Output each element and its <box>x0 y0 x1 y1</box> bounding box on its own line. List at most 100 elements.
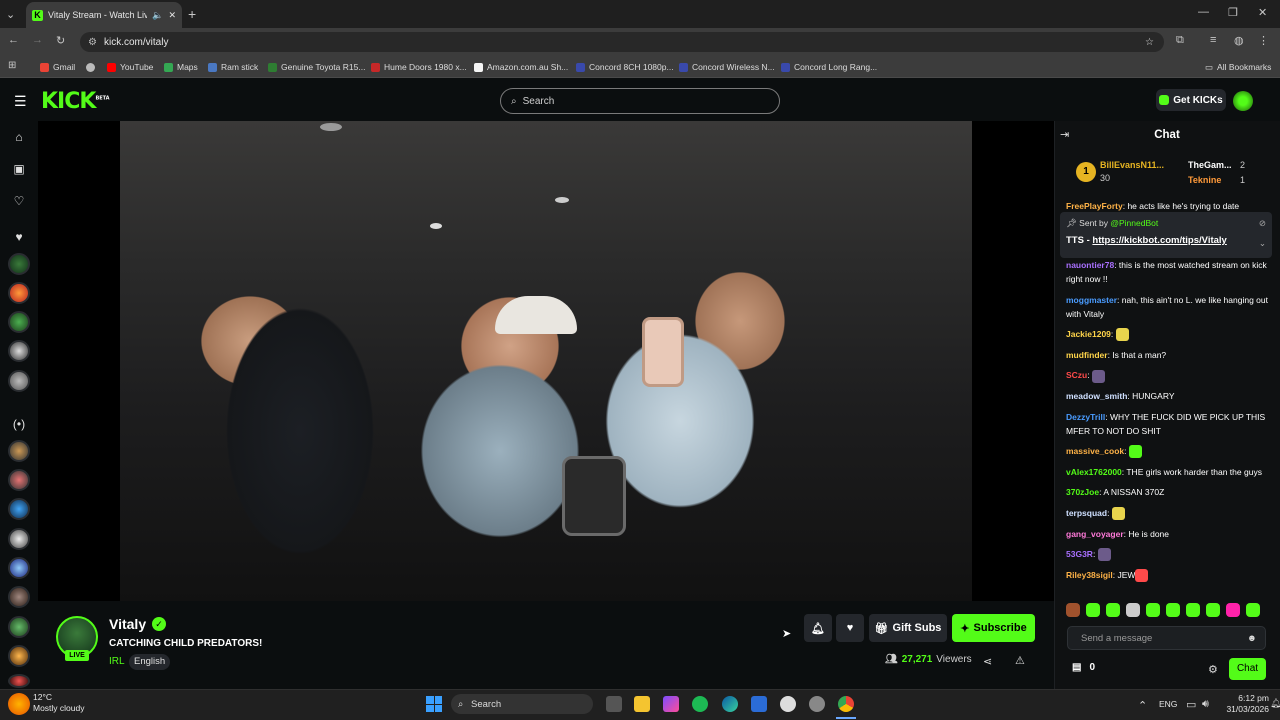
followed-channel-avatar[interactable] <box>8 253 30 275</box>
profile-icon[interactable]: ◍ <box>1234 34 1244 47</box>
category-link[interactable]: IRL <box>109 656 125 667</box>
home-icon[interactable]: ⌂ <box>10 128 28 146</box>
chat-username[interactable]: gang_voyager <box>1066 529 1124 539</box>
settings-app-icon[interactable] <box>780 696 796 712</box>
copilot-icon[interactable] <box>663 696 679 712</box>
chat-username[interactable]: SCzu <box>1066 370 1087 380</box>
browser-tab[interactable]: K Vitaly Stream - Watch Live on 🔈 ✕ <box>26 2 182 28</box>
language-tag[interactable]: English <box>129 654 171 670</box>
follow-button[interactable]: ♥ <box>836 614 864 642</box>
new-tab-icon[interactable]: + <box>188 6 196 22</box>
chat-username[interactable]: Jackie1209 <box>1066 329 1111 339</box>
menu-dots-icon[interactable]: ⋮ <box>1258 34 1269 47</box>
tab-search-icon[interactable]: ⌄ <box>6 8 15 21</box>
hamburger-menu-icon[interactable]: ☰ <box>14 93 27 110</box>
chat-username[interactable]: DezzyTrill <box>1066 412 1105 422</box>
chat-input[interactable]: Send a message ☻ <box>1067 626 1266 650</box>
pinned-link[interactable]: https://kickbot.com/tips/Vitaly <box>1092 235 1226 246</box>
emote-icon[interactable] <box>1226 603 1240 617</box>
steam-icon[interactable] <box>809 696 825 712</box>
notifications-icon[interactable]: 🔔︎ <box>1270 698 1280 709</box>
task-view-icon[interactable] <box>606 696 622 712</box>
emote-icon[interactable] <box>1086 603 1100 617</box>
chat-username[interactable]: moggmaster <box>1066 295 1117 305</box>
extensions-icon[interactable]: ⧉ <box>1176 34 1184 47</box>
recommended-channel-avatar[interactable] <box>8 616 30 638</box>
back-icon[interactable]: ← <box>8 34 19 46</box>
apps-icon[interactable]: ⊞ <box>8 60 16 71</box>
edge-icon[interactable] <box>722 696 738 712</box>
bookmark-ram-stick[interactable]: Ram stick <box>208 60 258 74</box>
emote-icon[interactable] <box>1246 603 1260 617</box>
store-icon[interactable] <box>751 696 767 712</box>
volume-icon[interactable]: 🔊︎ <box>1202 698 1209 711</box>
tab-close-icon[interactable]: ✕ <box>168 10 176 21</box>
bookmark-maps[interactable]: Maps <box>164 60 198 74</box>
leader-name[interactable]: Teknine <box>1188 175 1221 185</box>
recommended-channel-avatar[interactable] <box>8 674 30 688</box>
unpin-icon[interactable]: ⊘ <box>1259 218 1266 229</box>
channel-name[interactable]: Vitaly <box>109 616 146 632</box>
all-bookmarks[interactable]: ▭ All Bookmarks <box>1205 60 1271 74</box>
emote-icon[interactable] <box>1206 603 1220 617</box>
site-info-icon[interactable]: ⚙ <box>88 37 97 48</box>
emoji-icon[interactable]: ☻ <box>1247 633 1257 644</box>
spotify-icon[interactable] <box>692 696 708 712</box>
emote-icon[interactable] <box>1066 603 1080 617</box>
taskbar-search[interactable]: ⌕ Search <box>451 694 593 714</box>
chat-username[interactable]: meadow_smith <box>1066 391 1127 401</box>
chrome-icon[interactable] <box>838 696 854 712</box>
tray-overflow-icon[interactable]: ⌃ <box>1138 699 1147 712</box>
network-icon[interactable]: ▭ <box>1186 698 1196 711</box>
recommended-channel-avatar[interactable] <box>8 557 30 579</box>
system-clock[interactable]: 6:12 pm 31/03/2026 <box>1223 693 1269 715</box>
bookmark-concord-8ch[interactable]: Concord 8CH 1080p... <box>576 60 674 74</box>
bookmark-youtube[interactable]: YouTube <box>107 60 153 74</box>
subscribe-button[interactable]: ✦ Subscribe <box>952 614 1035 642</box>
following-icon[interactable]: ♡ <box>10 192 28 210</box>
emote-icon[interactable] <box>1166 603 1180 617</box>
recommended-channel-avatar[interactable] <box>8 440 30 462</box>
weather-widget[interactable]: 12°C Mostly cloudy <box>33 692 85 714</box>
followed-channel-avatar[interactable] <box>8 311 30 333</box>
chat-username[interactable]: vAlex1762000 <box>1066 467 1122 477</box>
emote-icon[interactable] <box>1106 603 1120 617</box>
bookmark-amazon[interactable]: Amazon.com.au Sh... <box>474 60 568 74</box>
bookmark-concord-wireless[interactable]: Concord Wireless N... <box>679 60 775 74</box>
chat-settings-icon[interactable]: ⚙ <box>1208 663 1218 676</box>
bookmark-blank[interactable] <box>86 60 95 74</box>
get-kicks-button[interactable]: Get KICKs <box>1156 89 1226 111</box>
send-chat-button[interactable]: Chat <box>1229 658 1266 680</box>
forward-icon[interactable]: → <box>32 34 43 46</box>
windows-start-icon[interactable] <box>426 696 442 712</box>
restore-icon[interactable]: ❐ <box>1228 6 1238 19</box>
leader-name[interactable]: BillEvansN11... <box>1100 160 1164 170</box>
report-icon[interactable]: ⚠ <box>1015 654 1025 667</box>
weather-icon[interactable] <box>8 693 30 715</box>
video-frame[interactable] <box>120 121 972 601</box>
leader-name[interactable]: TheGam... <box>1188 160 1232 170</box>
recommended-channel-avatar[interactable] <box>8 498 30 520</box>
url-field[interactable]: ⚙ kick.com/vitaly ☆ <box>80 32 1164 52</box>
emote-icon[interactable] <box>1146 603 1160 617</box>
bookmark-concord-long[interactable]: Concord Long Rang... <box>781 60 877 74</box>
share-icon[interactable]: ⋖ <box>983 655 992 668</box>
chat-username[interactable]: massive_cook <box>1066 446 1124 456</box>
minimize-icon[interactable]: — <box>1198 6 1209 18</box>
kick-logo[interactable]: KICKBETA <box>41 89 110 114</box>
gift-subs-button[interactable]: 🎁︎ Gift Subs <box>869 614 947 642</box>
followed-channel-avatar[interactable] <box>8 370 30 392</box>
recommended-channel-avatar[interactable] <box>8 469 30 491</box>
reload-icon[interactable]: ↻ <box>56 34 65 47</box>
chat-username[interactable]: 370zJoe <box>1066 487 1099 497</box>
bookmark-hume-doors[interactable]: Hume Doors 1980 x... <box>371 60 467 74</box>
bookmark-star-icon[interactable]: ☆ <box>1145 37 1154 48</box>
input-language[interactable]: ENG <box>1159 699 1177 709</box>
emote-icon[interactable] <box>1126 603 1140 617</box>
notification-bell-button[interactable]: 🔔︎ <box>804 614 832 642</box>
bookmark-gmail[interactable]: Gmail <box>40 60 75 74</box>
media-icon[interactable]: ≡ <box>1210 34 1216 46</box>
browse-icon[interactable]: ▣ <box>10 160 28 178</box>
recommended-channel-avatar[interactable] <box>8 645 30 667</box>
search-input[interactable]: ⌕ Search <box>500 88 780 114</box>
